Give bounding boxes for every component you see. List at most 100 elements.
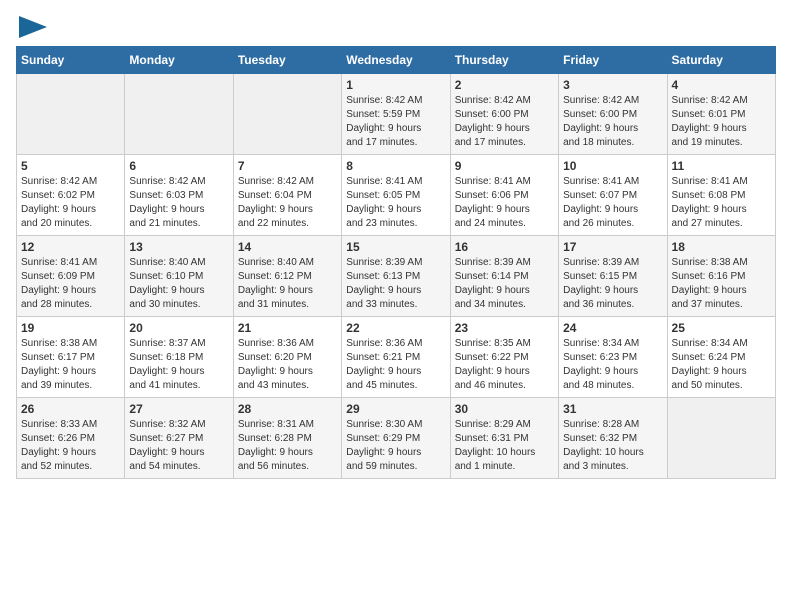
day-number: 13	[129, 240, 228, 254]
day-number: 4	[672, 78, 771, 92]
day-info-line: Sunrise: 8:30 AM	[346, 418, 445, 432]
day-info-line: Sunset: 6:24 PM	[672, 351, 771, 365]
calendar-cell: 14Sunrise: 8:40 AMSunset: 6:12 PMDayligh…	[233, 236, 341, 317]
day-info-line: Sunrise: 8:42 AM	[672, 94, 771, 108]
calendar-cell: 15Sunrise: 8:39 AMSunset: 6:13 PMDayligh…	[342, 236, 450, 317]
day-info-line: Daylight: 9 hours	[672, 203, 771, 217]
calendar-cell: 6Sunrise: 8:42 AMSunset: 6:03 PMDaylight…	[125, 155, 233, 236]
calendar-cell: 21Sunrise: 8:36 AMSunset: 6:20 PMDayligh…	[233, 317, 341, 398]
day-info-line: Sunset: 6:17 PM	[21, 351, 120, 365]
day-number: 28	[238, 402, 337, 416]
day-info-line: Daylight: 9 hours	[238, 446, 337, 460]
day-info-line: Sunset: 6:02 PM	[21, 189, 120, 203]
day-number: 19	[21, 321, 120, 335]
day-info-line: Daylight: 9 hours	[346, 284, 445, 298]
day-info-line: and 1 minute.	[455, 460, 554, 474]
day-info-line: Sunrise: 8:34 AM	[672, 337, 771, 351]
calendar-week-row: 5 Sunrise: 8:42 AM Sunset: 6:02 PM Daylight…	[17, 155, 776, 236]
calendar-cell: 31Sunrise: 8:28 AMSunset: 6:32 PMDayligh…	[559, 398, 667, 479]
day-info-line: Sunset: 6:31 PM	[455, 432, 554, 446]
calendar-cell: 22Sunrise: 8:36 AMSunset: 6:21 PMDayligh…	[342, 317, 450, 398]
day-info-line: Sunset: 6:27 PM	[129, 432, 228, 446]
calendar-cell	[667, 398, 775, 479]
day-info-line: and 50 minutes.	[672, 379, 771, 393]
calendar-cell: 7Sunrise: 8:42 AMSunset: 6:04 PMDaylight…	[233, 155, 341, 236]
day-info-line: and 22 minutes.	[238, 217, 337, 231]
day-info-line: Sunrise: 8:42 AM	[238, 175, 337, 189]
day-info-line: Sunrise: 8:41 AM	[346, 175, 445, 189]
day-info-line: Sunset: 6:32 PM	[563, 432, 662, 446]
calendar-week-row: 1 Sunrise: 8:42 AM Sunset: 5:59 PM Daylight…	[17, 74, 776, 155]
calendar-cell	[233, 74, 341, 155]
calendar-week-row: 19 Sunrise: 8:38 AMSunset: 6:17 PM Dayligh…	[17, 317, 776, 398]
day-number: 29	[346, 402, 445, 416]
day-info-line: Daylight: 9 hours	[455, 122, 554, 136]
weekday-header-thursday: Thursday	[450, 47, 558, 74]
day-info-line: Sunrise: 8:34 AM	[563, 337, 662, 351]
day-number: 25	[672, 321, 771, 335]
calendar-cell: 1Sunrise: 8:42 AMSunset: 5:59 PMDaylight…	[342, 74, 450, 155]
day-number: 12	[21, 240, 120, 254]
day-info-line: Daylight: 9 hours	[129, 365, 228, 379]
day-info-line: Daylight: 10 hours	[563, 446, 662, 460]
day-info-line: Sunrise: 8:38 AM	[672, 256, 771, 270]
day-number: 23	[455, 321, 554, 335]
day-number: 16	[455, 240, 554, 254]
day-info-line: Daylight: 9 hours	[672, 365, 771, 379]
day-info-line: Sunrise: 8:42 AM	[563, 94, 662, 108]
day-info-line: Daylight: 9 hours	[672, 284, 771, 298]
day-info-line: Daylight: 9 hours	[346, 365, 445, 379]
day-info-line: Daylight: 9 hours	[129, 284, 228, 298]
day-info-line: Daylight: 9 hours	[129, 203, 228, 217]
day-number: 27	[129, 402, 228, 416]
day-info-line: and 34 minutes.	[455, 298, 554, 312]
day-info-line: Daylight: 9 hours	[21, 446, 120, 460]
day-info-line: and 46 minutes.	[455, 379, 554, 393]
day-info-line: Sunrise: 8:41 AM	[455, 175, 554, 189]
day-number: 5	[21, 159, 120, 173]
day-info-line: Daylight: 9 hours	[21, 284, 120, 298]
day-info-line: Sunset: 6:16 PM	[672, 270, 771, 284]
calendar-cell: 10Sunrise: 8:41 AMSunset: 6:07 PMDayligh…	[559, 155, 667, 236]
day-number: 26	[21, 402, 120, 416]
day-info-line: Sunset: 5:59 PM	[346, 108, 445, 122]
day-info-line: Sunset: 6:08 PM	[672, 189, 771, 203]
day-info-line: Sunset: 6:12 PM	[238, 270, 337, 284]
day-info-line: and 21 minutes.	[129, 217, 228, 231]
day-info-line: Sunset: 6:07 PM	[563, 189, 662, 203]
day-info-line: Daylight: 9 hours	[455, 284, 554, 298]
weekday-header-saturday: Saturday	[667, 47, 775, 74]
day-info-line: Sunrise: 8:40 AM	[129, 256, 228, 270]
day-info-line: Sunset: 6:00 PM	[563, 108, 662, 122]
calendar-cell: 24Sunrise: 8:34 AMSunset: 6:23 PMDayligh…	[559, 317, 667, 398]
calendar-cell	[17, 74, 125, 155]
day-info-line: Daylight: 9 hours	[455, 203, 554, 217]
day-info-line: and 19 minutes.	[672, 136, 771, 150]
day-number: 21	[238, 321, 337, 335]
day-info-line: Sunset: 6:18 PM	[129, 351, 228, 365]
day-info-line: Daylight: 9 hours	[129, 446, 228, 460]
day-info-line: Sunset: 6:20 PM	[238, 351, 337, 365]
day-info-line: Sunset: 6:10 PM	[129, 270, 228, 284]
calendar-cell: 13 Sunrise: 8:40 AMSunset: 6:10 PMDayligh…	[125, 236, 233, 317]
calendar-cell: 18Sunrise: 8:38 AMSunset: 6:16 PMDayligh…	[667, 236, 775, 317]
day-number: 15	[346, 240, 445, 254]
day-info-line: and 33 minutes.	[346, 298, 445, 312]
day-info-line: Sunrise: 8:39 AM	[455, 256, 554, 270]
day-info-line: and 31 minutes.	[238, 298, 337, 312]
calendar-cell: 8Sunrise: 8:41 AMSunset: 6:05 PMDaylight…	[342, 155, 450, 236]
day-info-line: Sunset: 6:23 PM	[563, 351, 662, 365]
day-number: 1	[346, 78, 445, 92]
day-info-line: Sunrise: 8:38 AM	[21, 337, 120, 351]
day-info-line: and 48 minutes.	[563, 379, 662, 393]
day-info-line: and 56 minutes.	[238, 460, 337, 474]
logo-flag-icon	[19, 16, 47, 38]
day-info-line: Sunset: 6:28 PM	[238, 432, 337, 446]
weekday-header-sunday: Sunday	[17, 47, 125, 74]
day-info-line: and 28 minutes.	[21, 298, 120, 312]
day-info-line: Sunrise: 8:39 AM	[563, 256, 662, 270]
day-info-line: and 41 minutes.	[129, 379, 228, 393]
weekday-header-tuesday: Tuesday	[233, 47, 341, 74]
day-info-line: Sunrise: 8:37 AM	[129, 337, 228, 351]
calendar-cell: 23Sunrise: 8:35 AMSunset: 6:22 PMDayligh…	[450, 317, 558, 398]
